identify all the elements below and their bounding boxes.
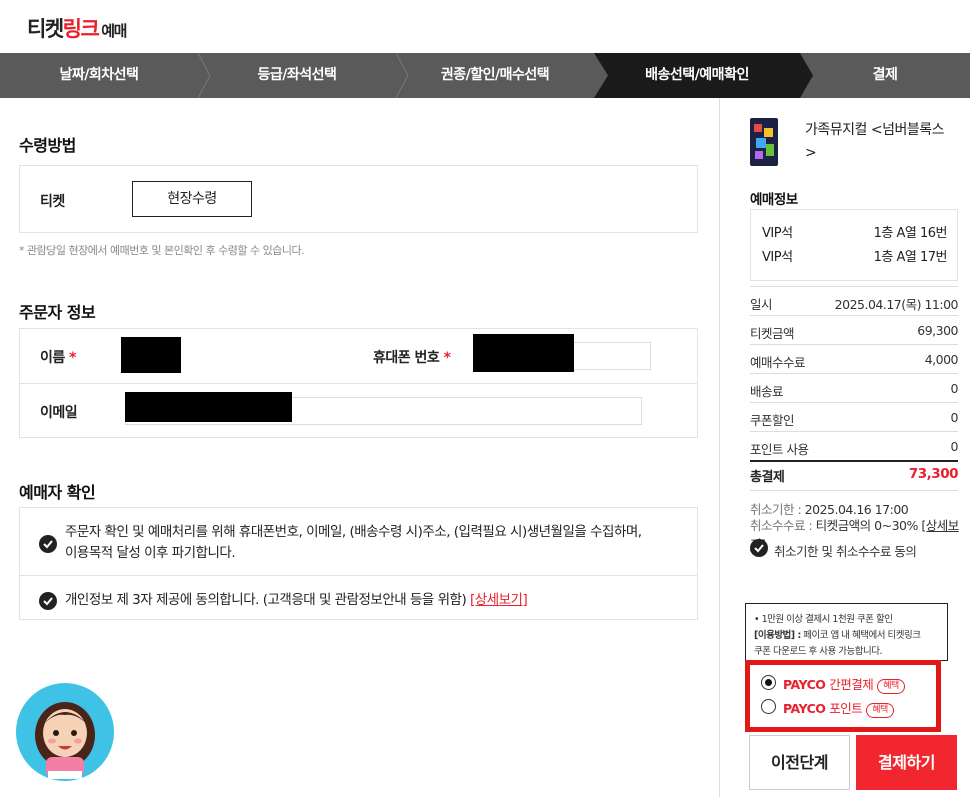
- show-poster-image: [750, 118, 778, 166]
- logo-text-2: 링크: [62, 17, 100, 41]
- name-label: 이름 *: [40, 350, 76, 366]
- girl-character-icon: [35, 702, 95, 779]
- payco-easy-pay-radio[interactable]: [761, 675, 776, 690]
- logo-text-1: 티켓: [27, 17, 64, 41]
- section-title-delivery: 수령방법: [19, 136, 76, 155]
- seat-row: VIP석 1층 A열 16번: [762, 226, 948, 241]
- summary-row-points: 포인트 사용 0: [750, 439, 959, 457]
- summary-divider: [750, 344, 958, 345]
- privacy-collect-text: 주문자 확인 및 예매처리를 위해 휴대폰번호, 이메일, (배송수령 시)주소…: [65, 524, 642, 561]
- summary-divider: [750, 373, 958, 374]
- chatbot-avatar[interactable]: [16, 683, 114, 781]
- summary-divider: [750, 402, 958, 403]
- previous-step-button[interactable]: 이전단계: [749, 735, 850, 790]
- payco-easy-pay-label[interactable]: PAYCO 간편결제 혜택: [783, 674, 905, 694]
- orderer-box: 이름 * 휴대폰 번호 * 이메일: [19, 328, 698, 438]
- step-seat: 등급/좌석선택: [257, 67, 337, 83]
- step-separator-icon: [198, 53, 211, 98]
- onsite-pickup-button[interactable]: 현장수령: [132, 181, 252, 217]
- payco-benefit-tooltip: • 1만원 이상 결제시 1천원 쿠폰 할인 [이용방법] : 페이코 앱 내 …: [745, 603, 948, 661]
- step-separator-icon: [800, 53, 813, 98]
- third-party-consent-text: 개인정보 제 3자 제공에 동의합니다. (고객응대 및 관람정보안내 등을 위…: [65, 592, 528, 608]
- payco-point-radio[interactable]: [761, 699, 776, 714]
- booking-steps-bar: 날짜/회차선택 등급/좌석선택 권종/할인/매수선택 배송선택/예매확인 결제: [0, 53, 970, 98]
- summary-row-datetime: 일시 2025.04.17(목) 11:00: [750, 297, 959, 312]
- confirm-divider: [20, 575, 697, 576]
- check-circle-icon[interactable]: [39, 535, 57, 553]
- payment-method-box: PAYCO 간편결제 혜택 PAYCO 포인트 혜택: [745, 660, 941, 732]
- ticketlink-logo[interactable]: 티켓링크 예매: [27, 13, 127, 43]
- confirm-box: 주문자 확인 및 예매처리를 위해 휴대폰번호, 이메일, (배송수령 시)주소…: [19, 507, 698, 620]
- summary-row-booking-fee: 예매수수료 4,000: [750, 352, 959, 370]
- third-party-detail-link[interactable]: [상세보기]: [470, 592, 528, 608]
- summary-row-ticket-price: 티켓금액 69,300: [750, 323, 958, 341]
- orderer-divider: [20, 383, 697, 384]
- summary-total-divider: [750, 460, 958, 462]
- benefit-badge[interactable]: 혜택: [877, 679, 905, 694]
- step-discount: 권종/할인/매수선택: [440, 67, 550, 83]
- summary-row-shipping: 배송료 0: [750, 381, 959, 399]
- poster-art-icon: [754, 124, 774, 159]
- email-value-redacted: [125, 392, 292, 422]
- email-label: 이메일: [40, 405, 78, 421]
- step-delivery-confirm: 배송선택/예매확인: [594, 53, 800, 98]
- show-title: 가족뮤지컬 <넘버블록스>: [805, 122, 944, 161]
- check-circle-icon[interactable]: [750, 539, 768, 557]
- summary-divider: [750, 490, 958, 491]
- delivery-note: * 관람당일 현장에서 예매번호 및 본인확인 후 수령할 수 있습니다.: [19, 244, 305, 257]
- summary-divider: [750, 286, 958, 287]
- seat-list: VIP석 1층 A열 16번 VIP석 1층 A열 17번: [750, 209, 958, 281]
- pay-button[interactable]: 결제하기: [856, 735, 957, 790]
- step-separator-icon: [594, 53, 608, 98]
- step-separator-icon: [396, 53, 409, 98]
- summary-divider: [750, 431, 958, 432]
- phone-value-redacted: [473, 334, 574, 372]
- total-amount-row: 총결제 73,300: [750, 466, 959, 485]
- cancel-agree-label: 취소기한 및 취소수수료 동의: [774, 544, 917, 559]
- site-header: 티켓링크 예매: [0, 0, 970, 53]
- booking-info-title: 예매정보: [750, 192, 798, 208]
- check-circle-icon[interactable]: [39, 592, 57, 610]
- ticket-label: 티켓: [40, 194, 65, 210]
- payco-point-label[interactable]: PAYCO 포인트 혜택: [783, 698, 894, 718]
- section-title-confirm: 예매자 확인: [19, 483, 96, 502]
- section-title-orderer: 주문자 정보: [19, 303, 96, 322]
- seat-row: VIP석 1층 A열 17번: [762, 250, 948, 265]
- tooltip-text: • 1만원 이상 결제시 1천원 쿠폰 할인 [이용방법] : 페이코 앱 내 …: [754, 614, 921, 657]
- step-date: 날짜/회차선택: [59, 67, 139, 83]
- name-value-redacted: [121, 337, 181, 373]
- logo-text-3: 예매: [101, 22, 127, 40]
- delivery-box: 티켓 현장수령: [19, 165, 698, 233]
- summary-divider: [750, 315, 958, 316]
- summary-row-coupon: 쿠폰할인 0: [750, 410, 959, 428]
- step-payment: 결제: [872, 67, 898, 83]
- benefit-badge[interactable]: 혜택: [866, 703, 894, 718]
- phone-label: 휴대폰 번호 *: [373, 350, 451, 366]
- main-content: 수령방법 티켓 현장수령 * 관람당일 현장에서 예매번호 및 본인확인 후 수…: [0, 98, 720, 797]
